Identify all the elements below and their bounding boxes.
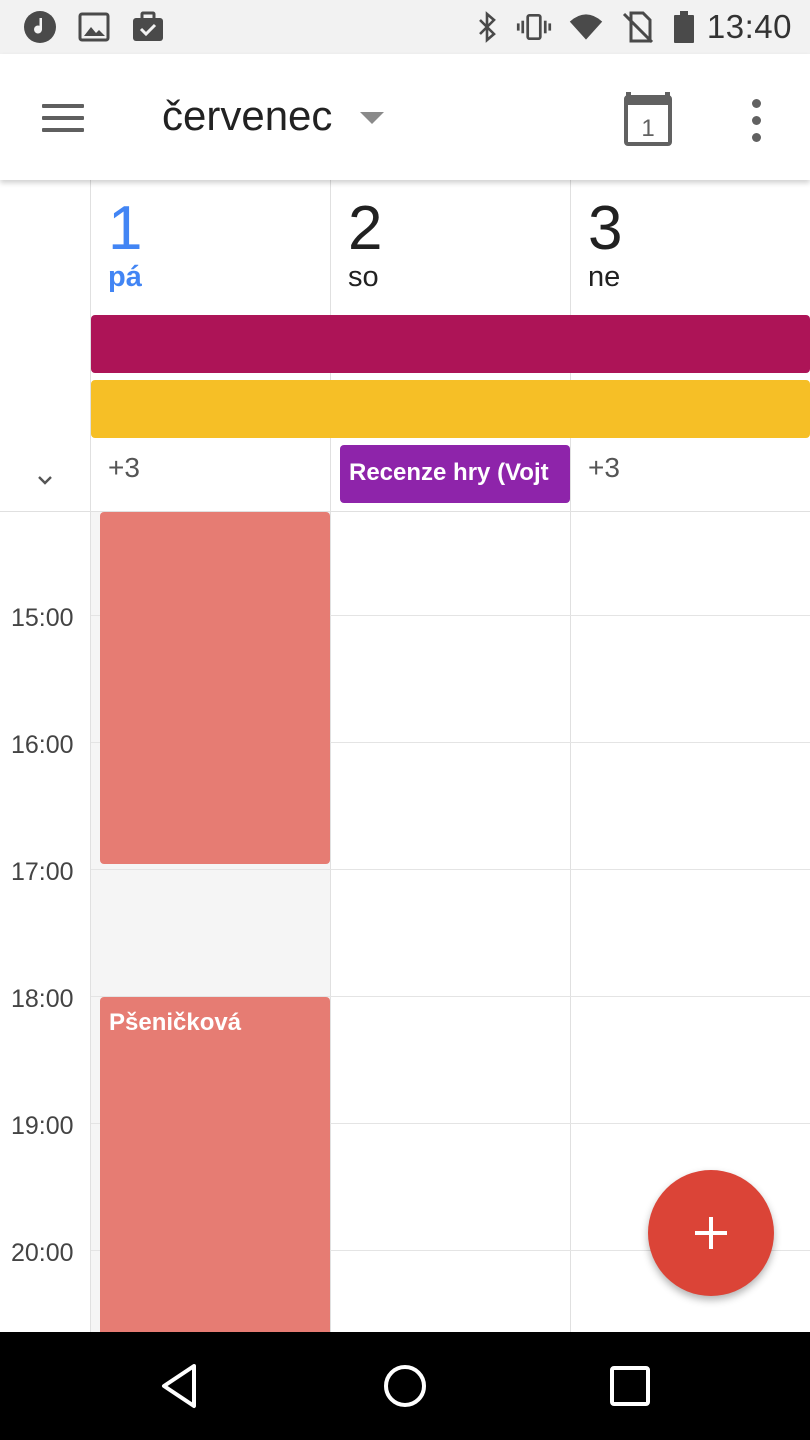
plus-icon xyxy=(695,1217,727,1249)
no-sim-icon xyxy=(620,10,656,44)
day-header-2[interactable]: 2 so xyxy=(348,194,548,293)
status-time: 13:40 xyxy=(706,8,792,45)
day-number: 3 xyxy=(588,194,623,263)
today-day-number: 1 xyxy=(641,115,654,142)
day-name: ne xyxy=(588,261,621,293)
more-vert-icon[interactable] xyxy=(736,92,776,148)
hour-line xyxy=(91,869,810,870)
music-icon xyxy=(22,10,58,44)
hour-label: 15:00 xyxy=(11,604,74,632)
battery-icon xyxy=(666,10,702,44)
hour-label: 18:00 xyxy=(11,985,74,1013)
more-events-count[interactable]: +3 xyxy=(108,452,140,484)
calendar-screen: 13:40 červenec 1 1 pá 2 so 3 ne +3 Recen… xyxy=(0,0,810,1440)
status-bar: 13:40 xyxy=(0,0,810,54)
calendar-event[interactable]: Pšeničková xyxy=(100,997,330,1332)
all-day-event-bar[interactable] xyxy=(91,315,810,373)
divider xyxy=(330,512,331,1332)
all-day-event-bar[interactable] xyxy=(91,380,810,438)
wifi-icon xyxy=(568,10,604,44)
navigation-bar xyxy=(0,1332,810,1440)
month-title[interactable]: červenec xyxy=(162,92,332,140)
bluetooth-icon xyxy=(470,10,506,44)
hour-label: 17:00 xyxy=(11,858,74,886)
recents-icon[interactable] xyxy=(600,1356,660,1416)
day-number: 2 xyxy=(348,194,383,263)
expand-all-day-chevron-icon[interactable] xyxy=(30,465,60,495)
vibrate-icon xyxy=(516,10,552,44)
hour-label: 20:00 xyxy=(11,1239,74,1267)
day-number: 1 xyxy=(108,194,143,263)
add-event-button[interactable] xyxy=(648,1170,774,1296)
image-icon xyxy=(76,10,112,44)
all-day-event[interactable]: Recenze hry (Vojt xyxy=(340,445,570,503)
back-icon[interactable] xyxy=(150,1356,210,1416)
chevron-down-icon[interactable] xyxy=(360,112,384,124)
calendar-event[interactable] xyxy=(100,512,330,864)
work-icon xyxy=(130,10,166,44)
hour-label: 19:00 xyxy=(11,1112,74,1140)
day-name: so xyxy=(348,261,379,293)
hamburger-menu-icon[interactable] xyxy=(30,90,96,146)
more-events-count[interactable]: +3 xyxy=(588,452,620,484)
day-name: pá xyxy=(108,261,142,293)
today-button[interactable]: 1 xyxy=(618,88,678,148)
divider xyxy=(570,512,571,1332)
app-bar: červenec 1 xyxy=(0,54,810,180)
day-header-1[interactable]: 1 pá xyxy=(108,194,308,293)
day-header-3[interactable]: 3 ne xyxy=(588,194,788,293)
hour-label: 16:00 xyxy=(11,731,74,759)
home-icon[interactable] xyxy=(375,1356,435,1416)
divider xyxy=(90,512,91,1332)
